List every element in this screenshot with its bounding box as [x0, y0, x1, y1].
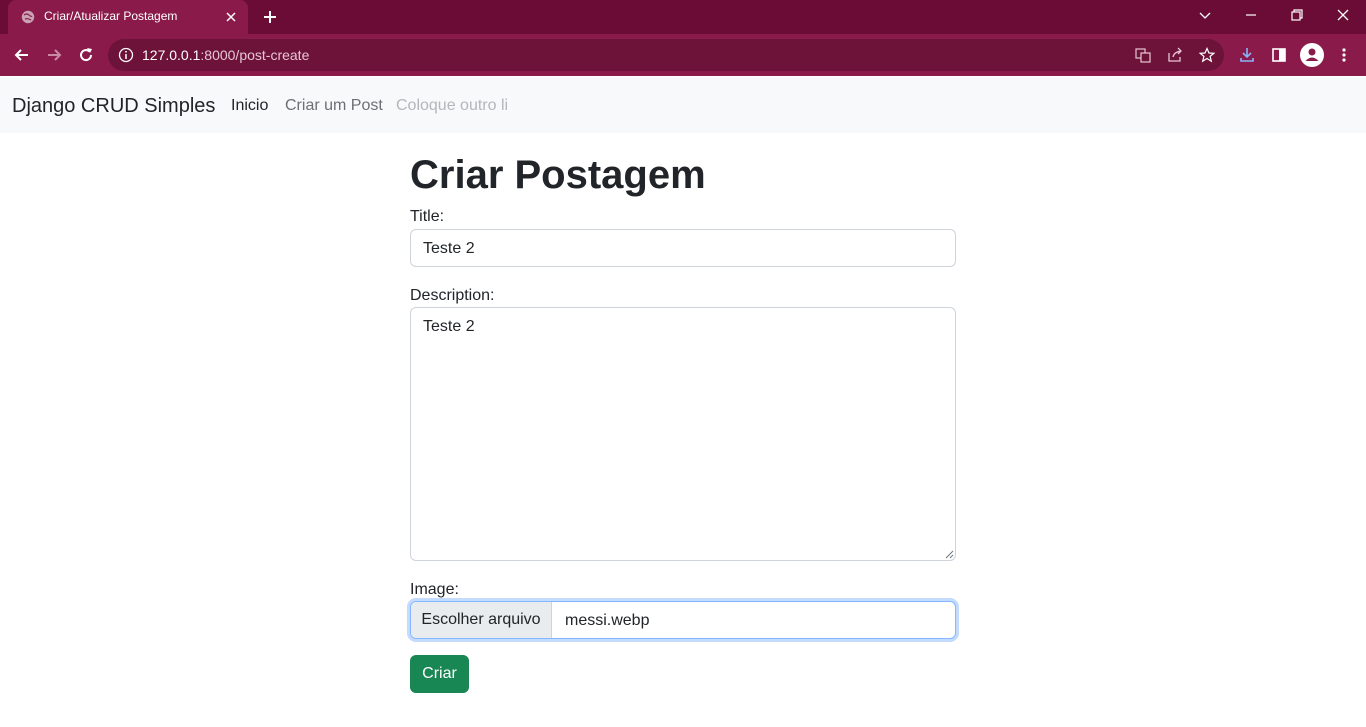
browser-tab[interactable]: Criar/Atualizar Postagem [8, 0, 248, 34]
reload-icon[interactable] [77, 46, 95, 64]
bookmark-star-icon[interactable] [1199, 47, 1215, 63]
minimize-icon[interactable] [1243, 7, 1259, 23]
new-tab-icon[interactable] [262, 9, 278, 25]
image-file-input[interactable]: Escolher arquivo messi.webp [410, 601, 956, 639]
submit-button[interactable]: Criar [410, 655, 469, 693]
description-label: Description: [410, 287, 495, 304]
nav-link-criar-post[interactable]: Criar um Post [285, 97, 383, 115]
profile-avatar-icon[interactable] [1300, 43, 1324, 67]
url-text: 127.0.0.1:8000/post-create [142, 47, 309, 63]
page-title: Criar Postagem [410, 153, 706, 197]
back-icon[interactable] [13, 46, 31, 64]
nav-link-disabled: Coloque outro li [396, 97, 509, 114]
site-navbar: Django CRUD Simples Inicio Criar um Post… [0, 77, 1366, 133]
download-icon[interactable] [1239, 47, 1255, 63]
translate-icon[interactable] [1135, 47, 1151, 63]
description-textarea-value: Teste 2 [423, 318, 475, 335]
image-label: Image: [410, 581, 459, 598]
selected-file-name: messi.webp [565, 612, 650, 629]
restore-icon[interactable] [1289, 7, 1305, 23]
menu-dots-icon[interactable] [1336, 47, 1352, 63]
close-window-icon[interactable] [1335, 7, 1351, 23]
title-label: Title: [410, 208, 445, 225]
address-bar[interactable]: 127.0.0.1:8000/post-create [108, 39, 1224, 71]
forward-icon[interactable] [45, 46, 63, 64]
close-tab-icon[interactable] [224, 10, 238, 24]
tab-search-icon[interactable] [1197, 7, 1213, 23]
info-icon[interactable] [118, 47, 134, 63]
browser-tab-strip: Criar/Atualizar Postagem [0, 0, 1366, 34]
nav-link-inicio[interactable]: Inicio [231, 97, 268, 115]
resize-handle-icon[interactable] [944, 549, 954, 559]
title-input[interactable]: Teste 2 [410, 229, 956, 267]
side-panel-icon[interactable] [1271, 47, 1287, 63]
share-icon[interactable] [1167, 47, 1183, 63]
browser-toolbar: 127.0.0.1:8000/post-create [0, 34, 1366, 76]
url-host: 127.0.0.1 [142, 47, 201, 63]
navbar-brand[interactable]: Django CRUD Simples [12, 95, 215, 118]
description-textarea[interactable]: Teste 2 [410, 307, 956, 561]
title-input-value: Teste 2 [423, 240, 475, 257]
url-path: :8000/post-create [200, 47, 310, 63]
tab-title: Criar/Atualizar Postagem [44, 9, 178, 23]
globe-icon [21, 10, 35, 24]
choose-file-button[interactable]: Escolher arquivo [411, 602, 552, 638]
